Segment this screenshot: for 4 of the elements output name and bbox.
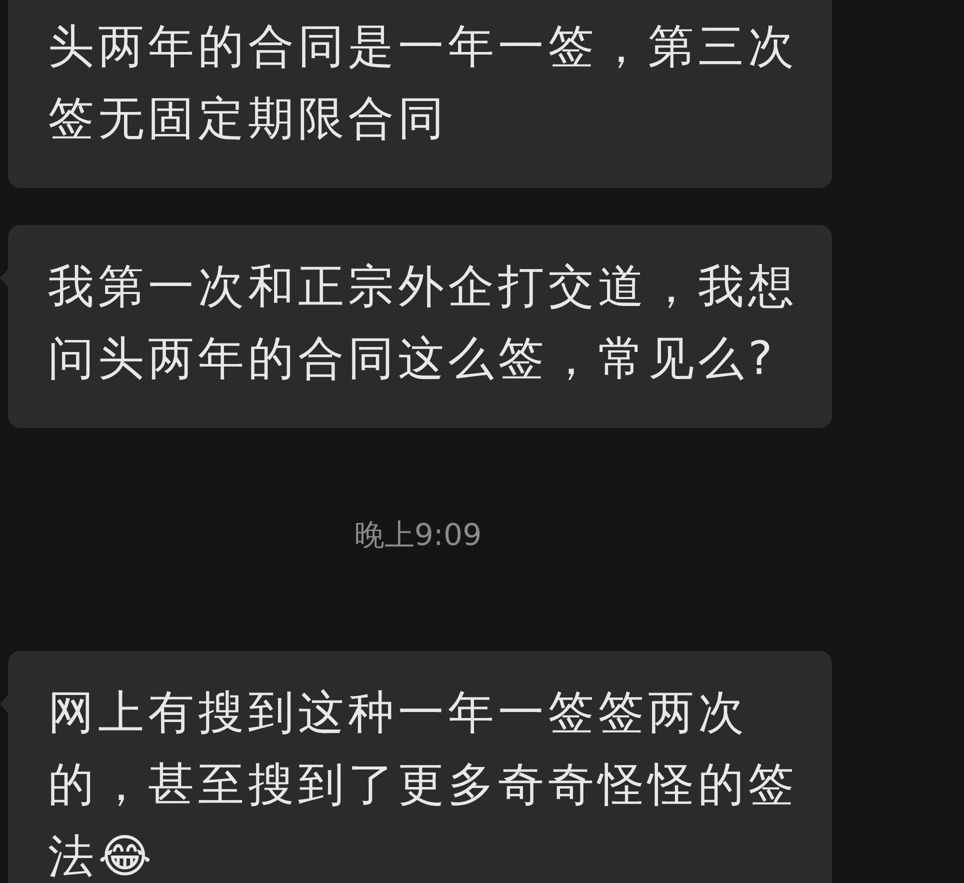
message-bubble: 我第一次和正宗外企打交道，我想问头两年的合同这么签，常见么? — [8, 225, 832, 428]
message-bubble: 网上有搜到这种一年一签签两次的，甚至搜到了更多奇奇怪怪的签法😂 — [8, 651, 832, 883]
timestamp: 晚上9:09 — [354, 517, 482, 555]
message-bubble: 头两年的合同是一年一签，第三次签无固定期限合同 — [8, 0, 832, 188]
